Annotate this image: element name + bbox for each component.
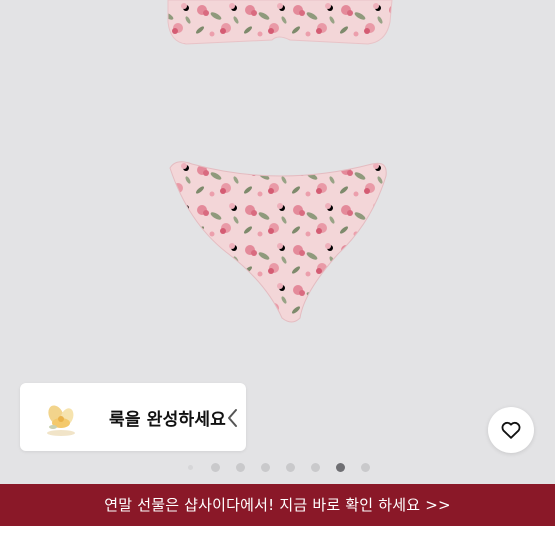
promo-banner-text: 연말 선물은 샵사이다에서! 지금 바로 확인 하세요 >>: [104, 496, 451, 514]
complete-the-look-card[interactable]: 룩을 완성하세요: [20, 383, 246, 451]
pagination-dot[interactable]: [260, 462, 270, 472]
look-thumbnail: [47, 405, 75, 436]
pagination-dot[interactable]: [360, 462, 370, 472]
product-image: [167, 0, 393, 323]
heart-outline-icon: [501, 421, 521, 439]
pagination-dot[interactable]: [285, 462, 295, 472]
chevron-left-icon[interactable]: [226, 407, 238, 429]
promo-banner[interactable]: 연말 선물은 샵사이다에서! 지금 바로 확인 하세요 >>: [0, 484, 555, 526]
pagination-dot[interactable]: [210, 462, 220, 472]
pagination-dot[interactable]: [310, 462, 320, 472]
complete-the-look-label: 룩을 완성하세요: [109, 410, 226, 430]
pagination-dot[interactable]: [235, 462, 245, 472]
gallery-pagination: [0, 461, 555, 473]
bottom-area: [0, 526, 555, 555]
product-image-gallery[interactable]: 룩을 완성하세요: [0, 0, 555, 484]
wishlist-button[interactable]: [488, 407, 534, 453]
pagination-dot[interactable]: [335, 462, 345, 472]
pagination-dot[interactable]: [187, 464, 193, 470]
